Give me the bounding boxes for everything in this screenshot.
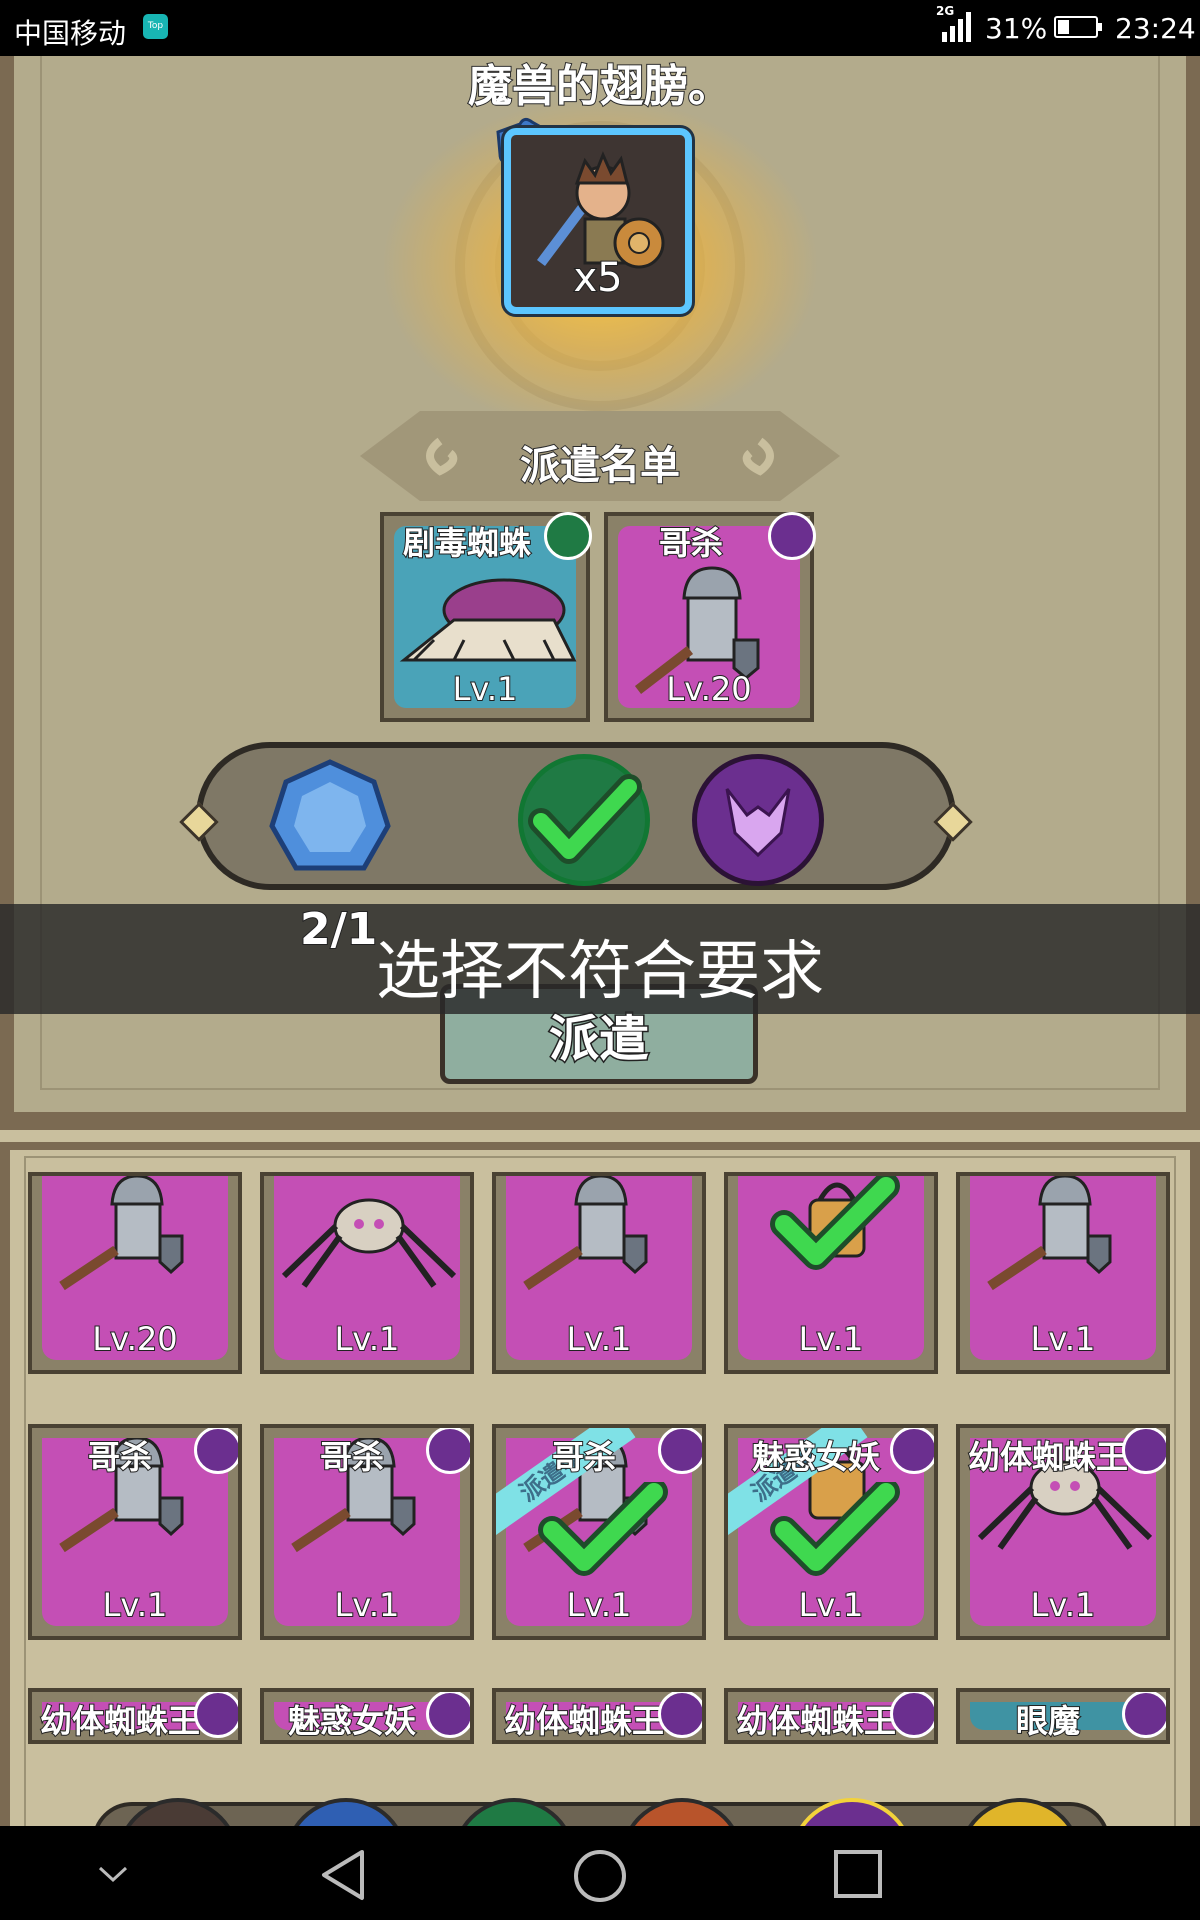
check-icon xyxy=(528,774,642,864)
status-bar: 中国移动 Top 2G 31% 23:24 xyxy=(0,0,1200,56)
demon-faction-icon xyxy=(890,1692,934,1738)
hero-name: 魅惑女妖 xyxy=(751,1437,881,1477)
hero-level: Lv.1 xyxy=(798,1585,865,1625)
hero-level: Lv.1 xyxy=(1030,1585,1097,1625)
knight-portrait-icon xyxy=(59,1176,184,1291)
hero-level: Lv.1 xyxy=(566,1585,633,1625)
hero-level: Lv.1 xyxy=(798,1319,865,1359)
card-level: Lv.1 xyxy=(452,669,519,709)
nature-requirement-slot xyxy=(518,754,650,886)
hero-card[interactable]: 幼体蜘蛛王 xyxy=(724,1688,938,1744)
hero-name: 幼体蜘蛛王 xyxy=(967,1437,1129,1477)
card-name: 剧毒蜘蛛 xyxy=(402,523,532,563)
hero-name: 哥杀 xyxy=(319,1437,385,1477)
chevron-down-icon[interactable] xyxy=(96,1864,130,1884)
hero-card[interactable]: 哥杀 Lv.1 xyxy=(28,1424,242,1640)
signal-icon xyxy=(942,12,971,42)
hero-card[interactable]: 魅惑女妖 xyxy=(260,1688,474,1744)
hero-name: 幼体蜘蛛王 xyxy=(39,1701,201,1740)
system-nav-bar xyxy=(0,1826,1200,1920)
hero-card[interactable]: Lv.1 xyxy=(492,1172,706,1374)
hero-card[interactable]: 派遣中 魅惑女妖 Lv.1 xyxy=(724,1424,938,1640)
demon-faction-icon xyxy=(890,1428,934,1474)
hero-level: Lv.20 xyxy=(91,1319,178,1359)
hero-card[interactable]: Lv.1 xyxy=(260,1172,474,1374)
battery-percent: 31% xyxy=(985,12,1048,45)
hero-card[interactable]: 派遣中 哥杀 Lv.1 xyxy=(492,1424,706,1640)
demon-requirement-slot xyxy=(692,754,824,886)
reward-description: 魔兽的翅膀。 xyxy=(467,60,733,113)
demon-faction-icon xyxy=(426,1692,470,1738)
hero-card[interactable]: Lv.1 xyxy=(956,1172,1170,1374)
hero-name: 哥杀 xyxy=(87,1437,153,1477)
clock: 23:24 xyxy=(1115,12,1196,45)
demon-face-icon xyxy=(725,788,791,858)
toast-text: 选择不符合要求 xyxy=(376,935,824,1009)
dispatch-card-gesha[interactable]: 哥杀 Lv.20 xyxy=(604,512,816,722)
card-level: Lv.20 xyxy=(665,669,752,709)
spider-portrait-icon xyxy=(281,1198,457,1288)
toast-message: 2/1 选择不符合要求 xyxy=(0,903,1200,1014)
hero-card[interactable]: 幼体蜘蛛王 Lv.1 xyxy=(956,1424,1170,1640)
blue-gem-icon xyxy=(269,759,391,871)
demon-faction-icon xyxy=(426,1428,470,1474)
demon-faction-icon xyxy=(1122,1428,1166,1474)
demon-faction-icon xyxy=(194,1428,238,1474)
selected-check-icon xyxy=(770,1482,900,1576)
hero-level: Lv.1 xyxy=(102,1585,169,1625)
home-icon[interactable] xyxy=(572,1848,628,1904)
hero-card[interactable]: 哥杀 Lv.1 xyxy=(260,1424,474,1640)
battery-icon xyxy=(1054,16,1102,38)
hero-card[interactable]: 幼体蜘蛛王 xyxy=(28,1688,242,1744)
hero-level: Lv.1 xyxy=(334,1319,401,1359)
carrier-label: 中国移动 xyxy=(14,17,127,50)
selected-check-icon xyxy=(770,1176,900,1270)
knight-portrait-icon xyxy=(523,1176,648,1291)
hero-card[interactable]: 幼体蜘蛛王 xyxy=(492,1688,706,1744)
dispatch-list-title: 派遣名单 xyxy=(519,442,681,490)
hero-level: Lv.1 xyxy=(1030,1319,1097,1359)
hero-name: 眼魔 xyxy=(1015,1701,1081,1740)
hero-name: 幼体蜘蛛王 xyxy=(503,1701,665,1740)
faction-filter-bar xyxy=(92,1802,1110,1826)
hero-card[interactable]: Lv.1 xyxy=(724,1172,938,1374)
nature-faction-icon xyxy=(544,512,592,560)
selected-check-icon xyxy=(538,1482,668,1576)
app-notification-icon: Top xyxy=(143,14,168,39)
hero-card[interactable]: 眼魔 xyxy=(956,1688,1170,1744)
demon-faction-icon xyxy=(768,512,816,560)
demon-faction-icon xyxy=(194,1692,238,1738)
back-icon[interactable] xyxy=(318,1848,368,1902)
hero-name: 哥杀 xyxy=(551,1437,617,1477)
recents-icon[interactable] xyxy=(832,1848,884,1900)
dispatch-card-venom-spider[interactable]: 剧毒蜘蛛 Lv.1 xyxy=(380,512,592,722)
hero-level: Lv.1 xyxy=(566,1319,633,1359)
hero-level: Lv.1 xyxy=(334,1585,401,1625)
demon-faction-icon xyxy=(658,1692,702,1738)
demon-faction-icon xyxy=(1122,1692,1166,1738)
dispatch-list-banner: 派遣名单 xyxy=(360,411,840,501)
hero-card[interactable]: Lv.20 xyxy=(28,1172,242,1374)
hero-name: 魅惑女妖 xyxy=(287,1701,417,1740)
knight-portrait-icon xyxy=(987,1176,1112,1291)
hero-name: 幼体蜘蛛王 xyxy=(735,1701,897,1740)
reward-quantity: x5 xyxy=(572,254,623,302)
game-screen: 魔兽的翅膀。 x5 派遣名单 剧毒蜘蛛 Lv.1 哥杀 Lv.20 派遣 2/1… xyxy=(0,56,1200,1826)
demon-faction-icon xyxy=(658,1428,702,1474)
card-name: 哥杀 xyxy=(658,523,724,563)
reward-item-card[interactable]: x5 xyxy=(504,128,692,314)
